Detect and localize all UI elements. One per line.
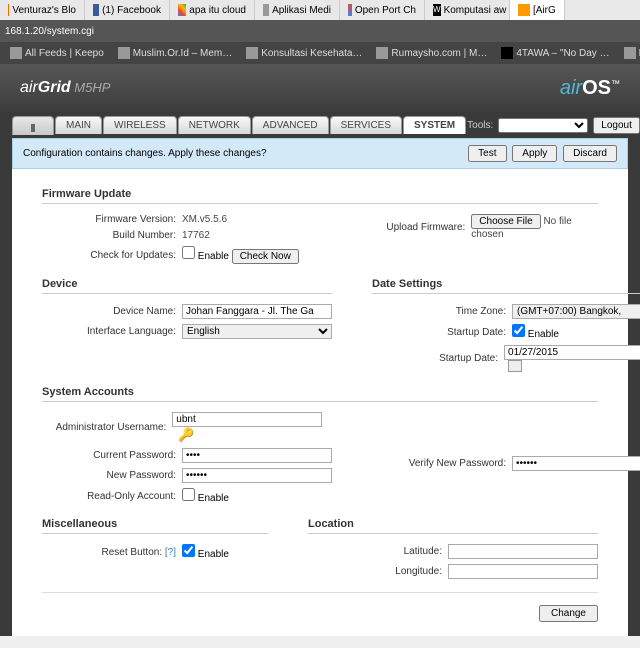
antenna-icon	[23, 120, 43, 132]
tab-home-icon[interactable]	[12, 116, 54, 135]
startup-date-input[interactable]	[504, 345, 640, 360]
bookmark-icon	[501, 47, 513, 59]
apply-button[interactable]: Apply	[512, 145, 557, 162]
tab-services[interactable]: SERVICES	[330, 116, 402, 134]
tab-wireless[interactable]: WIRELESS	[103, 116, 177, 134]
latitude-input[interactable]	[448, 544, 598, 559]
section-date: Date Settings	[372, 275, 640, 294]
section-firmware: Firmware Update	[42, 185, 598, 204]
tab-main[interactable]: MAIN	[55, 116, 102, 134]
url-text: 168.1.20/system.cgi	[5, 26, 94, 37]
bookmark-icon	[10, 47, 22, 59]
tab-advanced[interactable]: ADVANCED	[252, 116, 329, 134]
config-notice: Configuration contains changes. Apply th…	[12, 138, 628, 169]
browser-tab[interactable]: apa itu cloud	[170, 0, 255, 20]
timezone-label: Time Zone:	[372, 306, 512, 317]
upload-firmware-label: Upload Firmware:	[340, 222, 471, 233]
device-name-label: Device Name:	[42, 306, 182, 317]
browser-tab[interactable]: Venturaz's Blo	[0, 0, 85, 20]
interface-lang-label: Interface Language:	[42, 326, 182, 337]
reset-button-label: Reset Button: [?]	[42, 547, 182, 558]
current-pw-input[interactable]	[182, 448, 332, 463]
bookmark[interactable]: 4TAWA – "No Day …	[496, 47, 614, 59]
bookmark-icon	[624, 47, 636, 59]
build-number-label: Build Number:	[42, 230, 182, 241]
change-button[interactable]: Change	[539, 605, 598, 622]
longitude-input[interactable]	[448, 564, 598, 579]
tab-network[interactable]: NETWORK	[178, 116, 251, 134]
browser-tab[interactable]: (1) Facebook	[85, 0, 170, 20]
browser-tabs-bar: Venturaz's Blo (1) Facebook apa itu clou…	[0, 0, 640, 20]
browser-tab[interactable]: [AirG	[510, 0, 565, 20]
startup-date-enable-label: Startup Date:	[372, 327, 512, 338]
admin-user-label: Administrator Username:	[42, 422, 172, 433]
favicon	[8, 4, 9, 16]
startup-date-label: Startup Date:	[372, 353, 504, 364]
notice-text: Configuration contains changes. Apply th…	[23, 148, 267, 159]
calendar-icon[interactable]	[508, 360, 522, 372]
latitude-label: Latitude:	[308, 546, 448, 557]
product-logo: airGrid M5HP	[20, 79, 110, 97]
bookmark-icon	[376, 47, 388, 59]
section-misc: Miscellaneous	[42, 515, 268, 534]
verify-pw-label: Verify New Password:	[372, 458, 512, 469]
header: airGrid M5HP airOS™	[0, 64, 640, 112]
device-name-input[interactable]	[182, 304, 332, 319]
favicon	[178, 4, 186, 16]
build-number: 17762	[182, 230, 210, 241]
discard-button[interactable]: Discard	[563, 145, 617, 162]
bookmark[interactable]: Konsultasi Kesehata…	[241, 47, 367, 59]
browser-tab[interactable]: Open Port Ch	[340, 0, 425, 20]
favicon	[348, 4, 352, 16]
bookmark[interactable]: All Feeds | Keepo	[5, 47, 109, 59]
favicon: W	[433, 4, 441, 16]
section-device: Device	[42, 275, 332, 294]
bookmark-icon	[246, 47, 258, 59]
browser-tab[interactable]: WKomputasi aw	[425, 0, 510, 20]
firmware-version-label: Firmware Version:	[42, 214, 182, 225]
favicon	[263, 4, 269, 16]
airos-logo: airOS™	[560, 77, 620, 100]
help-link[interactable]: [?]	[165, 547, 176, 558]
firmware-version: XM.v5.5.6	[182, 214, 227, 225]
current-pw-label: Current Password:	[42, 450, 182, 461]
bookmark[interactable]: Bisnis Having Fun |…	[619, 47, 640, 59]
logout-button[interactable]: Logout	[593, 117, 640, 134]
favicon	[518, 4, 530, 16]
check-now-button[interactable]: Check Now	[232, 249, 299, 264]
bookmark-icon	[118, 47, 130, 59]
reset-button-checkbox[interactable]	[182, 544, 195, 557]
main-panel: Configuration contains changes. Apply th…	[12, 138, 628, 636]
new-pw-label: New Password:	[42, 470, 182, 481]
separator	[42, 592, 598, 593]
readonly-checkbox[interactable]	[182, 488, 195, 501]
address-bar[interactable]: 168.1.20/system.cgi	[0, 20, 640, 42]
bookmark[interactable]: Rumaysho.com | M…	[371, 47, 492, 59]
section-location: Location	[308, 515, 598, 534]
page-content: airGrid M5HP airOS™ MAIN WIRELESS NETWOR…	[0, 64, 640, 636]
browser-tab[interactable]: Aplikasi Medi	[255, 0, 340, 20]
tools-label: Tools:	[467, 120, 493, 131]
startup-date-checkbox[interactable]	[512, 324, 525, 337]
new-pw-input[interactable]	[182, 468, 332, 483]
key-icon[interactable]: 🔑	[178, 427, 194, 442]
check-updates-checkbox[interactable]	[182, 246, 195, 259]
interface-lang-select[interactable]: English	[182, 324, 332, 339]
choose-file-button[interactable]: Choose File	[471, 214, 540, 229]
test-button[interactable]: Test	[468, 145, 506, 162]
bookmarks-bar: All Feeds | Keepo Muslim.Or.Id – Mem… Ko…	[0, 42, 640, 64]
longitude-label: Longitude:	[308, 566, 448, 577]
favicon	[93, 4, 99, 16]
section-accounts: System Accounts	[42, 383, 598, 402]
nav-tabs: MAIN WIRELESS NETWORK ADVANCED SERVICES …	[0, 112, 640, 138]
timezone-select[interactable]: (GMT+07:00) Bangkok,	[512, 304, 640, 319]
admin-user-input[interactable]	[172, 412, 322, 427]
bookmark[interactable]: Muslim.Or.Id – Mem…	[113, 47, 237, 59]
check-updates-label: Check for Updates:	[42, 250, 182, 261]
tools-select[interactable]	[498, 118, 588, 133]
tab-system[interactable]: SYSTEM	[403, 116, 466, 134]
readonly-label: Read-Only Account:	[42, 491, 182, 502]
verify-pw-input[interactable]	[512, 456, 640, 471]
